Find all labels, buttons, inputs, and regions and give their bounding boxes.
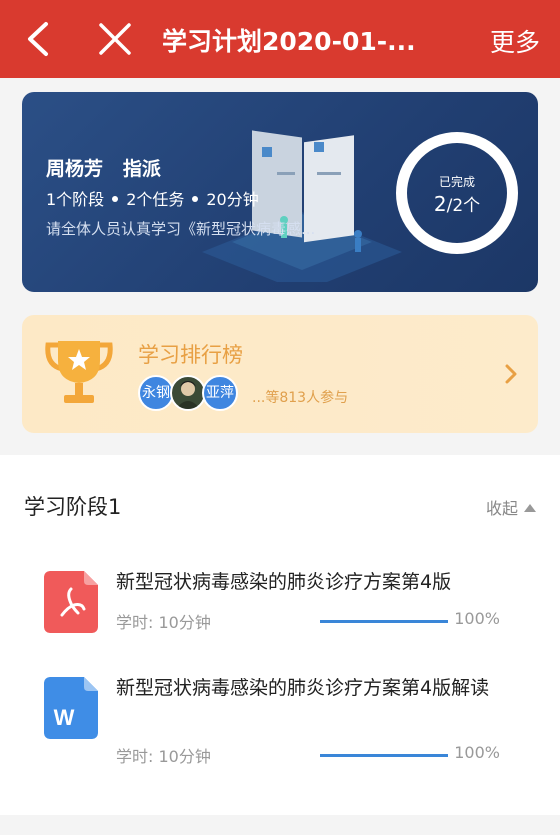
close-icon[interactable] <box>96 20 134 58</box>
trophy-icon <box>45 341 113 403</box>
completion-ring: 已完成 2/2个 <box>396 132 518 254</box>
list-item[interactable]: 新型冠状病毒感染的肺炎诊疗方案第4版 学时: 10分钟 100% <box>0 567 560 657</box>
triangle-up-icon <box>524 503 536 512</box>
study-time: 学时: 10分钟 <box>116 613 211 632</box>
task-count: 2个任务 <box>126 190 185 209</box>
assign-label: 指派 <box>122 158 161 180</box>
stage-title: 学习阶段1 <box>24 495 122 519</box>
avatar: 亚萍 <box>202 375 238 411</box>
page-title: 学习计划2020-01-... <box>162 27 416 56</box>
plan-duration: 20分钟 <box>206 190 259 209</box>
avatar-photo-icon <box>176 381 200 409</box>
participant-avatars: 永钢 亚萍 <box>138 375 248 411</box>
plan-meta: 1个阶段 2个任务 20分钟 <box>46 186 259 210</box>
file-title: 新型冠状病毒感染的肺炎诊疗方案第4版 <box>116 571 452 593</box>
stage-count: 1个阶段 <box>46 190 105 209</box>
completed-label: 已完成 <box>438 175 475 189</box>
word-file-icon: W <box>44 677 98 739</box>
avatar <box>170 375 206 411</box>
chevron-right-icon[interactable] <box>504 363 518 385</box>
plan-summary-card[interactable]: 周杨芳 指派 1个阶段 2个任务 20分钟 请全体人员认真学习《新型冠状病毒感...… <box>22 92 538 292</box>
word-icon-letter: W <box>54 705 75 730</box>
leaderboard-card[interactable]: 学习排行榜 永钢 亚萍 ...等813人参与 <box>22 315 538 433</box>
chevron-left-icon[interactable] <box>22 20 56 58</box>
completed-count: 2/2个 <box>433 192 481 216</box>
assigner-name: 周杨芳 <box>46 158 104 180</box>
list-item[interactable]: W 新型冠状病毒感染的肺炎诊疗方案第4版解读 学时: 10分钟 100% <box>0 675 560 795</box>
pdf-file-icon <box>44 571 98 633</box>
progress-percent: 100% <box>454 609 500 628</box>
progress-bar <box>320 620 448 623</box>
participant-count: ...等813人参与 <box>252 390 349 406</box>
leaderboard-title: 学习排行榜 <box>138 343 243 367</box>
avatar: 永钢 <box>138 375 174 411</box>
collapse-button[interactable]: 收起 <box>486 495 536 519</box>
study-time: 学时: 10分钟 <box>116 747 211 766</box>
stage-section: 学习阶段1 收起 新型冠状病毒感染的肺炎诊疗方案第4版 学时: 10分钟 100… <box>0 455 560 815</box>
more-button[interactable]: 更多 <box>490 23 540 59</box>
plan-description: 请全体人员认真学习《新型冠状病毒感... <box>46 220 316 238</box>
progress-bar <box>320 754 448 757</box>
top-bar: 学习计划2020-01-... 更多 <box>0 0 560 78</box>
assigner-line: 周杨芳 指派 <box>46 154 161 181</box>
progress-percent: 100% <box>454 743 500 762</box>
file-title: 新型冠状病毒感染的肺炎诊疗方案第4版解读 <box>116 677 490 699</box>
